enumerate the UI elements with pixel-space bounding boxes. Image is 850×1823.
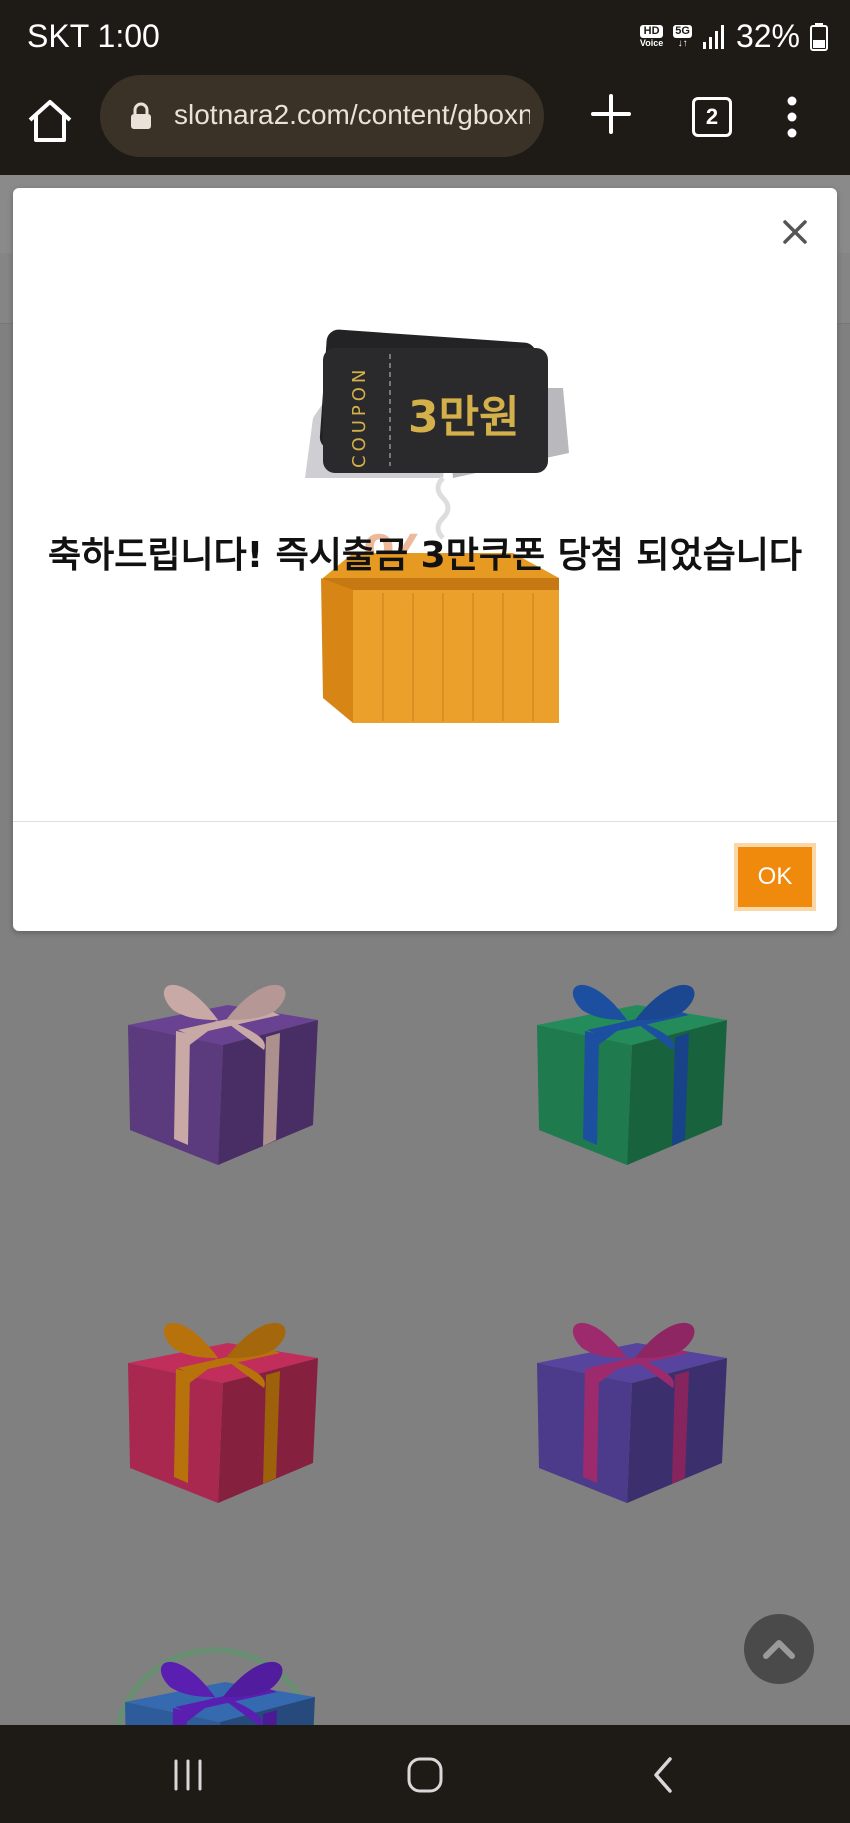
gift-box-part (572, 984, 627, 1020)
gift-box[interactable] (118, 1303, 328, 1508)
battery-icon (810, 22, 828, 51)
gift-box-part (583, 1031, 599, 1145)
coupon-modal: COUPON 3만원 % 축하드립니다! 즉시출금 3만쿠폰 당첨 되었습니다 … (13, 188, 837, 931)
chevron-up-icon (763, 1640, 795, 1659)
gift-box-part (160, 1661, 215, 1697)
lock-icon (131, 102, 151, 129)
back-icon[interactable] (648, 1755, 678, 1795)
gift-box-part (572, 1322, 627, 1358)
gift-box[interactable] (85, 1630, 365, 1725)
system-navigation-bar (0, 1725, 850, 1823)
gift-box[interactable] (527, 965, 737, 1170)
modal-message: 축하드립니다! 즉시출금 3만쿠폰 당첨 되었습니다 (48, 535, 802, 576)
gift-box-part (163, 1322, 218, 1358)
gift-box[interactable] (527, 1303, 737, 1508)
battery-percent: 32% (735, 18, 800, 54)
scroll-to-top-button[interactable] (744, 1614, 814, 1684)
status-bar: SKT 1:00 HD Voice 5G ↓↑ 32% (0, 0, 850, 75)
plus-icon[interactable] (588, 91, 634, 137)
address-bar[interactable]: slotnara2.com/content/gboxn (100, 75, 544, 157)
home-icon[interactable] (24, 95, 76, 147)
browser-toolbar: slotnara2.com/content/gboxn 2 (0, 75, 850, 175)
gift-box-part (174, 1369, 190, 1483)
gift-box-part (174, 1031, 190, 1145)
home-circle-icon[interactable] (404, 1755, 448, 1795)
gift-box-part (583, 1369, 599, 1483)
hd-voice-icon: HD Voice (639, 24, 664, 48)
gift-box-part (163, 984, 218, 1020)
coupon-amount: 3만원 (408, 392, 520, 443)
coupon-side-label: COUPON (349, 366, 370, 468)
modal-divider (13, 821, 837, 822)
ok-button[interactable]: OK (734, 843, 816, 911)
signal-icon (702, 24, 724, 49)
status-icons: HD Voice 5G ↓↑ 32% (639, 18, 828, 55)
gift-box[interactable] (118, 965, 328, 1170)
url-text[interactable]: slotnara2.com/content/gboxn (174, 99, 530, 131)
close-icon[interactable] (775, 212, 815, 252)
tab-switcher-button[interactable]: 2 (692, 97, 732, 137)
network-5g-icon: 5G ↓↑ (673, 24, 692, 49)
recent-apps-icon[interactable] (168, 1755, 208, 1795)
more-vert-icon[interactable] (780, 87, 804, 147)
status-time: SKT 1:00 (27, 18, 160, 54)
